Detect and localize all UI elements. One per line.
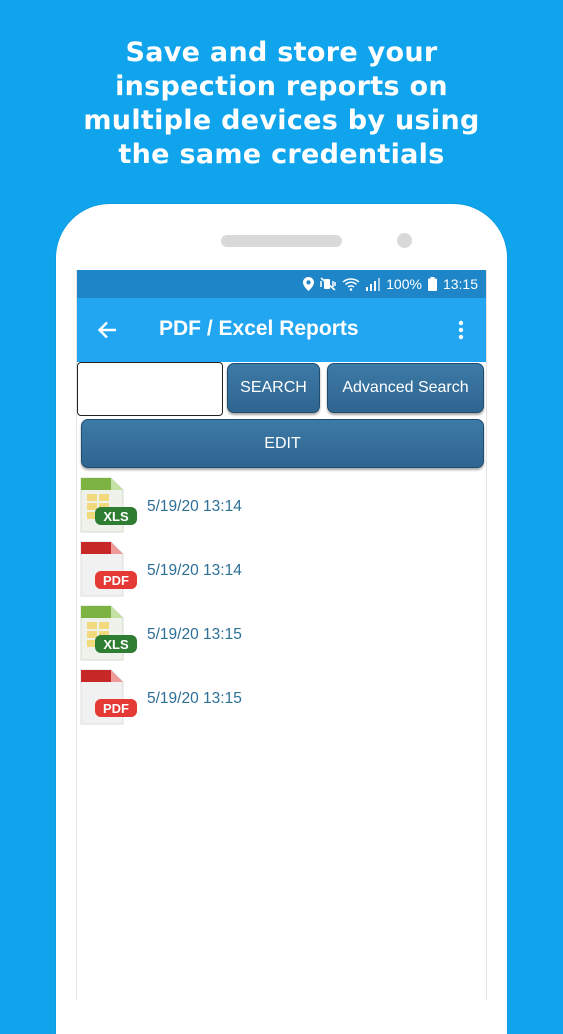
phone-speaker [221, 235, 342, 247]
list-item[interactable]: PDF 5/19/20 13:15 [77, 668, 486, 730]
edit-button[interactable]: EDIT [81, 419, 484, 468]
search-input[interactable] [77, 362, 223, 416]
promo-headline: Save and store your inspection reports o… [0, 36, 563, 172]
more-vert-icon [458, 320, 464, 340]
pdf-file-icon: PDF [80, 669, 137, 725]
battery-percent: 100% [386, 276, 422, 292]
phone-screen: 100% 13:15 PDF / Excel Reports SEARCH Ad… [76, 270, 487, 1000]
advanced-search-button[interactable]: Advanced Search [327, 363, 484, 413]
file-type-label: PDF [103, 701, 129, 716]
back-button[interactable] [93, 316, 121, 344]
page-title: PDF / Excel Reports [159, 317, 359, 340]
list-item[interactable]: XLS 5/19/20 13:15 [77, 604, 486, 666]
report-date: 5/19/20 13:14 [147, 498, 242, 515]
signal-icon [366, 278, 381, 291]
phone-camera [397, 233, 412, 248]
battery-icon [427, 277, 437, 291]
list-item[interactable]: XLS 5/19/20 13:14 [77, 476, 486, 538]
app-bar: PDF / Excel Reports [77, 298, 486, 362]
headline-line: Save and store your [125, 37, 438, 68]
xls-file-icon: XLS [80, 477, 137, 533]
headline-line: the same credentials [118, 139, 445, 170]
search-button[interactable]: SEARCH [227, 363, 320, 413]
report-date: 5/19/20 13:15 [147, 626, 242, 643]
status-bar: 100% 13:15 [77, 270, 486, 298]
headline-line: inspection reports on [115, 71, 448, 102]
list-item[interactable]: PDF 5/19/20 13:14 [77, 540, 486, 602]
pdf-file-icon: PDF [80, 541, 137, 597]
headline-line: multiple devices by using [83, 105, 480, 136]
file-type-label: XLS [103, 637, 129, 652]
report-date: 5/19/20 13:14 [147, 562, 242, 579]
mute-vibrate-icon [320, 277, 336, 291]
report-date: 5/19/20 13:15 [147, 690, 242, 707]
location-icon [303, 277, 315, 291]
xls-file-icon: XLS [80, 605, 137, 661]
arrow-left-icon [97, 321, 116, 339]
clock: 13:15 [442, 276, 478, 292]
file-type-label: XLS [103, 509, 129, 524]
file-type-label: PDF [103, 573, 129, 588]
wifi-icon [342, 278, 360, 291]
overflow-menu-button[interactable] [449, 316, 473, 344]
